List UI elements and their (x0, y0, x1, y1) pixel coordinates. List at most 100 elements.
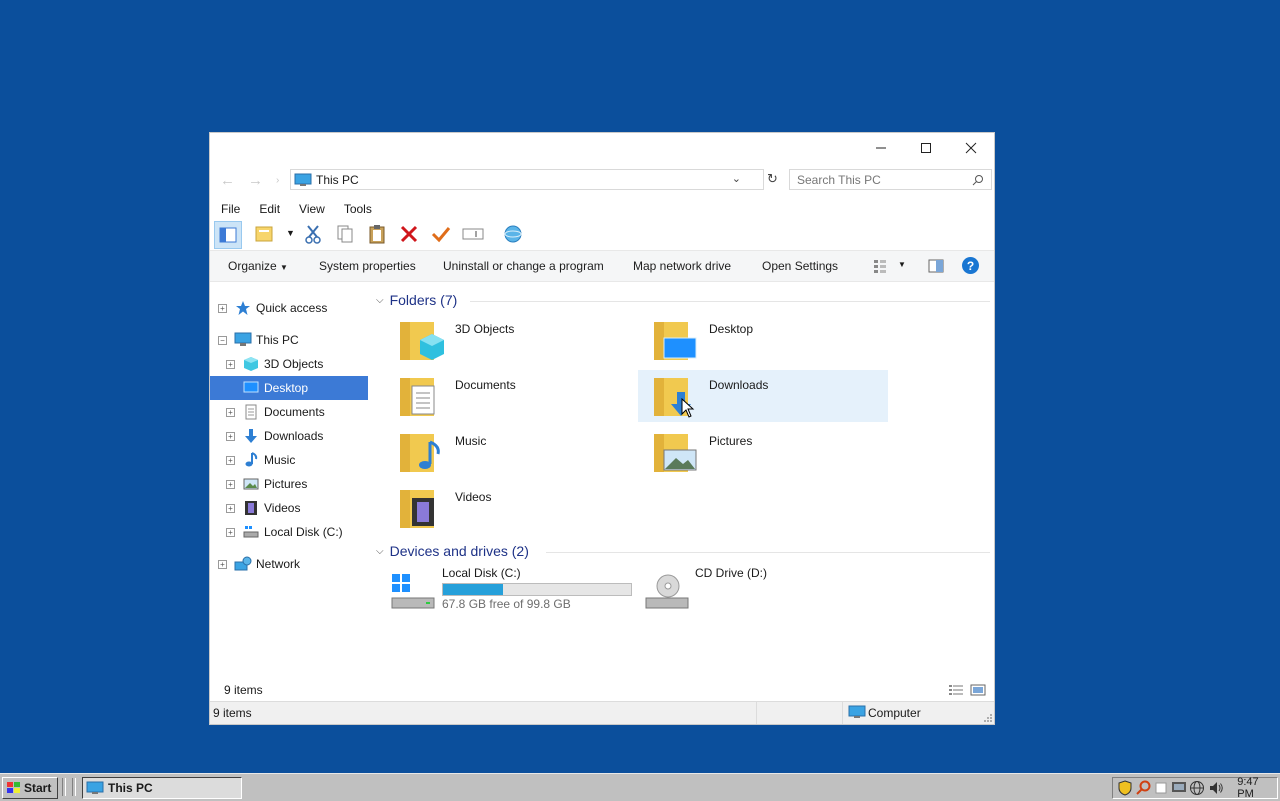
nav-3d-objects[interactable]: + 3D Objects (210, 352, 368, 376)
resize-grip-icon[interactable] (983, 713, 993, 723)
nav-quick-access[interactable]: + Quick access (210, 296, 368, 320)
paste-button[interactable] (364, 221, 390, 247)
folder-downloads[interactable]: Downloads (638, 370, 888, 422)
expand-icon[interactable]: + (226, 360, 235, 369)
nav-network[interactable]: + Network (210, 552, 368, 576)
nav-this-pc[interactable]: − This PC (210, 328, 368, 352)
copy-button[interactable] (332, 221, 358, 247)
expand-icon[interactable]: + (226, 408, 235, 417)
help-icon[interactable]: ? (962, 257, 979, 274)
details-item-count: 9 items (224, 683, 263, 697)
recent-chevron-icon[interactable]: › (276, 175, 279, 186)
organize-button[interactable]: Organize ▼ (228, 259, 288, 273)
status-bar: 9 items Computer (210, 701, 994, 724)
collapse-icon[interactable]: − (218, 336, 227, 345)
drive-usage-bar (442, 583, 632, 596)
open-settings-button[interactable]: Open Settings (762, 259, 838, 273)
close-button[interactable] (948, 133, 994, 163)
menu-edit[interactable]: Edit (248, 199, 288, 219)
properties-dropdown-icon[interactable]: ▼ (286, 228, 295, 238)
refresh-icon[interactable]: ↻ (767, 171, 778, 187)
nav-music[interactable]: + Music (210, 448, 368, 472)
drive-usage-fill (443, 584, 504, 595)
folder-videos[interactable]: Videos (384, 482, 634, 534)
nav-videos[interactable]: + Videos (210, 496, 368, 520)
cut-button[interactable] (300, 221, 326, 247)
layout-toggle-button[interactable] (214, 221, 242, 249)
system-tray: 9:47 PM (1112, 776, 1278, 800)
large-icons-view-icon[interactable] (970, 684, 986, 696)
magnifier-icon[interactable] (1135, 780, 1152, 796)
speaker-icon[interactable] (1208, 780, 1224, 796)
nav-downloads[interactable]: + Downloads (210, 424, 368, 448)
delete-x-icon (400, 225, 418, 243)
globe-icon[interactable] (1189, 780, 1205, 796)
devices-group-header[interactable]: ⌵ Devices and drives (2) (376, 543, 529, 559)
minimize-button[interactable] (858, 133, 904, 163)
uninstall-program-button[interactable]: Uninstall or change a program (443, 259, 604, 273)
start-button[interactable]: Start (2, 777, 58, 799)
search-input[interactable]: Search This PC (789, 169, 992, 190)
details-view-icon[interactable] (948, 684, 964, 696)
shield-icon[interactable] (1117, 780, 1133, 796)
folder-pictures[interactable]: Pictures (638, 426, 888, 478)
network-display-icon[interactable] (1171, 780, 1187, 796)
title-bar[interactable] (210, 133, 994, 163)
forward-arrow-icon[interactable]: → (248, 172, 263, 189)
sync-button[interactable] (500, 221, 526, 247)
organize-dropdown-icon: ▼ (280, 263, 288, 272)
drive-label: CD Drive (D:) (695, 566, 767, 580)
check-button[interactable] (428, 221, 454, 247)
checkmark-icon (431, 227, 451, 243)
nav-documents[interactable]: + Documents (210, 400, 368, 424)
nav-label: Videos (264, 501, 301, 515)
expand-icon[interactable]: + (218, 560, 227, 569)
menu-view[interactable]: View (288, 199, 333, 219)
folder-label: Pictures (709, 434, 753, 448)
delete-button[interactable] (396, 221, 422, 247)
address-path: This PC (316, 172, 359, 187)
view-options-dropdown-icon[interactable]: ▼ (898, 260, 906, 269)
back-arrow-icon[interactable]: ← (220, 172, 235, 189)
expand-icon[interactable]: + (226, 528, 235, 537)
expand-icon[interactable]: + (218, 304, 227, 313)
drive-local-disk-c[interactable]: Local Disk (C:) 67.8 GB free of 99.8 GB (378, 566, 642, 618)
nav-pictures[interactable]: + Pictures (210, 472, 368, 496)
navigation-pane: + Quick access − This PC + 3D Objects De… (210, 282, 368, 682)
nav-desktop[interactable]: Desktop (210, 376, 368, 400)
address-dropdown-icon[interactable]: ⌄ (732, 172, 741, 185)
drive-cd-d[interactable]: CD Drive (D:) (638, 566, 888, 618)
preview-pane-icon[interactable] (928, 259, 944, 273)
maximize-button[interactable] (903, 133, 949, 163)
rename-button[interactable] (460, 221, 486, 247)
system-properties-button[interactable]: System properties (319, 259, 416, 273)
folder-3d-objects[interactable]: 3D Objects (384, 314, 634, 366)
expand-icon[interactable]: + (226, 504, 235, 513)
menu-file[interactable]: File (210, 199, 248, 219)
taskbar-separator (72, 778, 76, 796)
view-options-icon[interactable] (873, 259, 887, 273)
folder-properties-icon (255, 226, 273, 242)
folder-pictures-icon (654, 434, 697, 472)
blank-tray-icon[interactable] (1154, 781, 1168, 795)
folder-desktop[interactable]: Desktop (638, 314, 888, 366)
nav-local-disk[interactable]: + Local Disk (C:) (210, 520, 368, 544)
expand-icon[interactable]: + (226, 480, 235, 489)
expand-icon[interactable]: + (226, 456, 235, 465)
menu-tools[interactable]: Tools (333, 199, 380, 219)
map-network-drive-button[interactable]: Map network drive (633, 259, 731, 273)
folders-group-header[interactable]: ⌵ Folders (7) (376, 292, 457, 308)
folder-videos-icon (400, 490, 434, 528)
expand-icon[interactable]: + (226, 432, 235, 441)
folder-documents[interactable]: Documents (384, 370, 634, 422)
address-bar[interactable]: This PC ⌄ ↻ (290, 169, 778, 190)
taskbar-button-this-pc[interactable]: This PC (82, 777, 242, 799)
clock[interactable]: 9:47 PM (1237, 776, 1277, 800)
drive-free-space: 67.8 GB free of 99.8 GB (442, 597, 571, 611)
folder-music[interactable]: Music (384, 426, 634, 478)
content-area: ⌵ Folders (7) 3D Objects Desktop Documen… (370, 282, 994, 682)
rename-field-icon (462, 228, 484, 240)
document-icon (245, 404, 257, 420)
properties-button[interactable] (252, 221, 278, 247)
command-bar: Organize ▼ System properties Uninstall o… (210, 250, 994, 282)
